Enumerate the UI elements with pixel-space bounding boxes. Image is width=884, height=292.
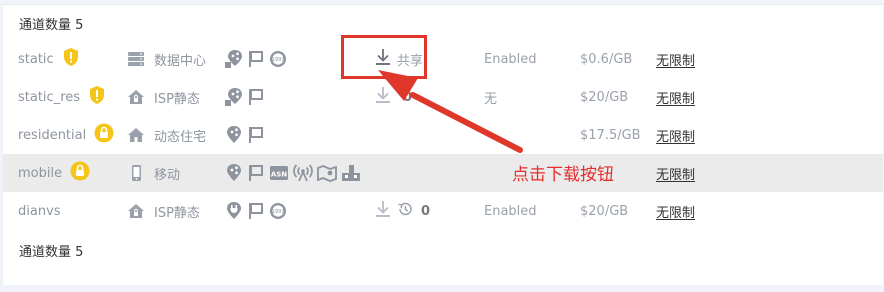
annotation-arrow [378, 70, 523, 153]
annotation-text: 点击下载按钮 [512, 165, 614, 185]
